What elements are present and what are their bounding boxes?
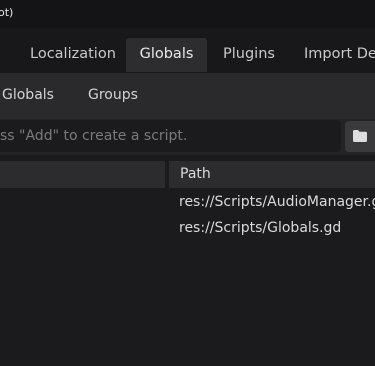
- window-titlebar: ot): [0, 0, 375, 28]
- tab-globals[interactable]: Globals: [126, 38, 207, 72]
- folder-icon: [353, 130, 367, 142]
- column-header-name[interactable]: [0, 161, 165, 188]
- column-header-path-label: Path: [180, 166, 211, 182]
- browse-folder-button[interactable]: [345, 121, 375, 152]
- subtab-globals[interactable]: Globals: [2, 87, 54, 103]
- table-row-path[interactable]: res://Scripts/AudioManager.gd: [179, 194, 375, 210]
- script-path-input[interactable]: [0, 120, 341, 152]
- tab-import-defaults[interactable]: Import Def: [304, 38, 375, 72]
- column-header-path[interactable]: Path: [169, 161, 375, 188]
- tab-localization[interactable]: Localization: [30, 38, 116, 72]
- window-title: ot): [0, 6, 14, 19]
- tab-plugins[interactable]: Plugins: [223, 38, 275, 72]
- globals-subtab-bar: [0, 73, 375, 119]
- subtab-groups[interactable]: Groups: [88, 87, 138, 103]
- table-row-path[interactable]: res://Scripts/Globals.gd: [179, 220, 341, 236]
- script-path-field: [0, 120, 341, 152]
